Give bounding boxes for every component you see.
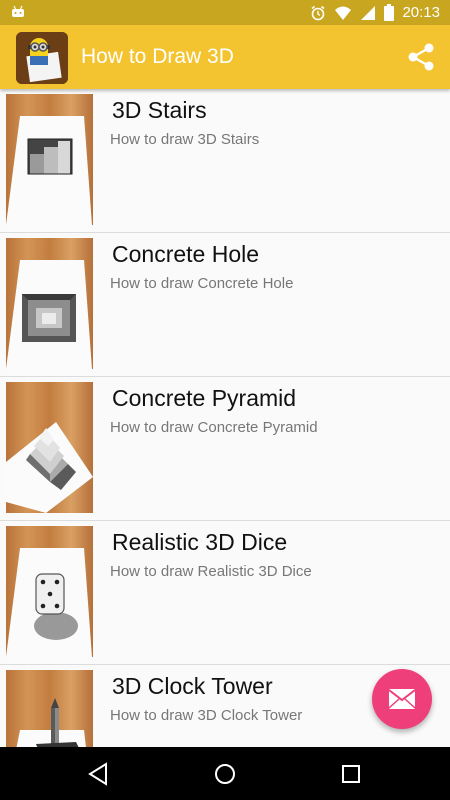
item-title: 3D Stairs <box>112 97 207 123</box>
item-subtitle: How to draw 3D Stairs <box>110 131 260 148</box>
item-subtitle: How to draw Concrete Hole <box>110 275 294 292</box>
item-subtitle: How to draw 3D Clock Tower <box>110 707 303 724</box>
item-title: 3D Clock Tower <box>112 673 273 699</box>
share-icon[interactable] <box>406 42 436 72</box>
signal-icon <box>361 5 376 20</box>
list-item[interactable]: Realistic 3D Dice How to draw Realistic … <box>0 521 450 665</box>
wifi-icon <box>335 6 352 20</box>
item-title: Concrete Pyramid <box>112 385 297 411</box>
back-icon[interactable] <box>86 761 112 787</box>
email-icon <box>389 689 415 709</box>
pyramid-thumbnail <box>6 382 93 513</box>
battery-icon <box>384 4 395 21</box>
list-item[interactable]: Concrete Hole How to draw Concrete Hole <box>0 233 450 377</box>
navigation-bar <box>0 747 450 800</box>
alarm-icon <box>311 5 325 20</box>
item-subtitle: How to draw Concrete Pyramid <box>110 419 318 436</box>
stairs-thumbnail <box>6 94 93 225</box>
drawing-list: 3D Stairs How to draw 3D Stairs Concrete… <box>0 89 450 747</box>
email-fab-button[interactable] <box>372 669 432 729</box>
clock-time: 20:13 <box>402 4 440 21</box>
item-title: Realistic 3D Dice <box>112 529 288 555</box>
item-subtitle: How to draw Realistic 3D Dice <box>110 563 312 580</box>
dice-thumbnail <box>6 526 93 657</box>
android-debug-icon <box>12 5 24 17</box>
app-bar: How to Draw 3D <box>0 25 450 89</box>
hole-thumbnail <box>6 238 93 369</box>
list-item[interactable]: Concrete Pyramid How to draw Concrete Py… <box>0 377 450 521</box>
status-bar: 20:13 <box>0 0 450 25</box>
home-icon[interactable] <box>212 761 238 787</box>
clock-tower-thumbnail <box>6 670 93 747</box>
item-title: Concrete Hole <box>112 241 260 267</box>
app-logo <box>16 32 68 84</box>
app-title: How to Draw 3D <box>81 45 234 68</box>
recents-icon[interactable] <box>338 761 364 787</box>
list-item[interactable]: 3D Stairs How to draw 3D Stairs <box>0 89 450 233</box>
